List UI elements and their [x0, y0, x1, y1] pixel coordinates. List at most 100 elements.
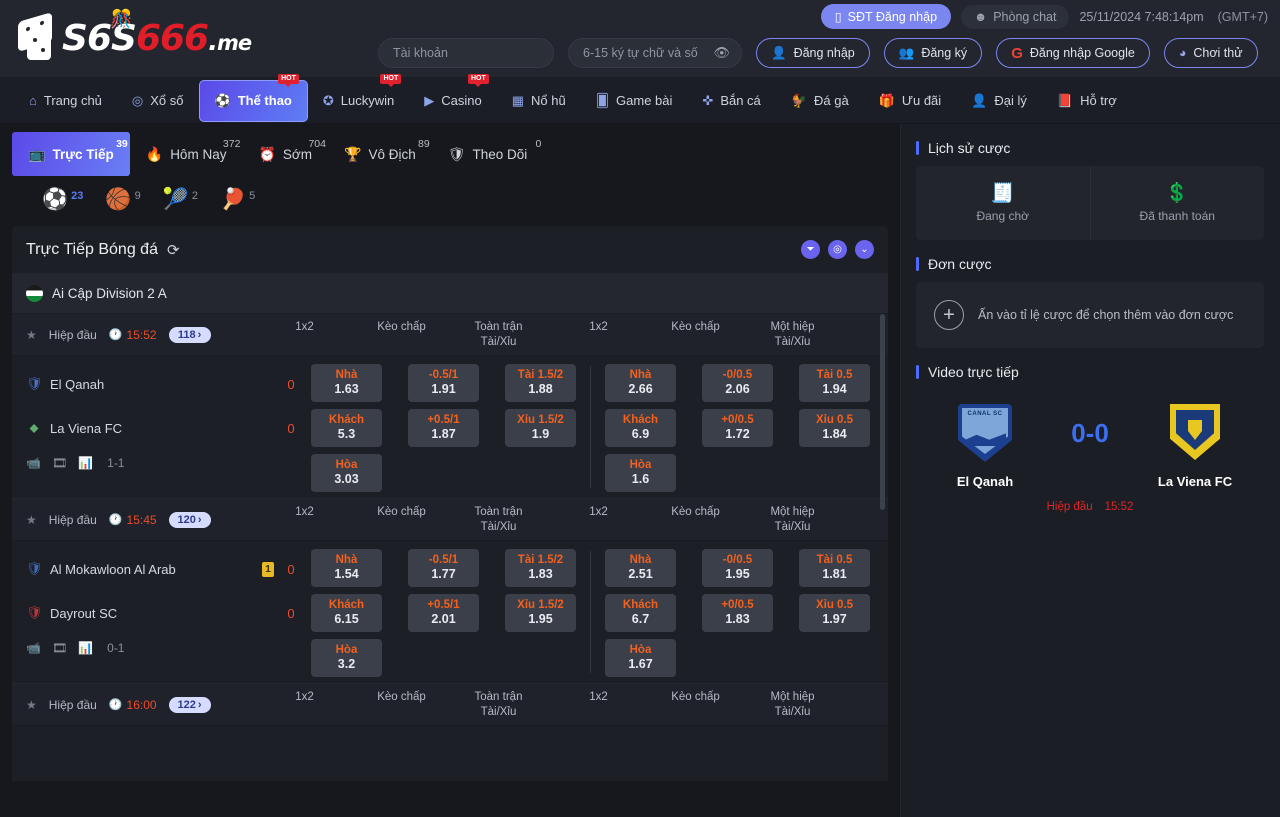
video-stream-icon[interactable]: 📹 — [26, 641, 41, 655]
sport-soccer-ball[interactable]: ⚽ 23 — [42, 189, 83, 210]
odds-button[interactable]: Tài 1.5/2 1.88 — [505, 364, 576, 402]
more-markets-badge[interactable]: 118 › — [168, 326, 211, 343]
sport-tennis-ball[interactable]: 🎾 2 — [163, 189, 198, 210]
more-markets-badge[interactable]: 122 › — [168, 696, 211, 713]
odds-button[interactable]: -0/0.5 2.06 — [702, 364, 773, 402]
odds-button[interactable]: Hòa 1.67 — [605, 639, 676, 677]
login-button[interactable]: 👤 Đăng nhập — [756, 38, 870, 68]
odds-button[interactable]: -0/0.5 1.95 — [702, 549, 773, 587]
video-stream-icon[interactable]: 📹 — [26, 456, 41, 470]
settings-icon[interactable]: ◎ — [828, 240, 847, 259]
odds-button[interactable]: +0.5/1 1.87 — [408, 409, 479, 447]
chat-room-button[interactable]: ☻ Phòng chat — [961, 4, 1070, 29]
stats-icon[interactable]: 📊 — [78, 456, 93, 470]
tab-theo-dõi[interactable]: 🛡 Theo Dõi 0 — [432, 132, 544, 176]
nav-item-ưu-đãi[interactable]: 🎁 Ưu đãi — [864, 81, 956, 121]
nav-item-label: Thể thao — [237, 93, 292, 108]
tab-sớm[interactable]: ⏰ Sớm 704 — [242, 132, 328, 176]
add-bet-icon[interactable]: + — [934, 300, 964, 330]
odds-value: 1.9 — [531, 427, 550, 442]
match-list-scrollbar[interactable] — [880, 314, 885, 510]
odds-button[interactable]: Nhà 1.54 — [311, 549, 382, 587]
match-phase: Hiệp đầu — [48, 512, 97, 527]
nav-item-nổ-hũ[interactable]: ▦ Nổ hũ — [497, 81, 581, 121]
tab-trực-tiếp[interactable]: 📺 Trực Tiếp 39 — [12, 132, 130, 176]
bet-history-paid[interactable]: 💲 Đã thanh toán — [1091, 166, 1265, 240]
odds-button[interactable]: Xỉu 0.5 1.97 — [799, 594, 870, 632]
tab-vô-địch[interactable]: 🏆 Vô Địch 89 — [328, 132, 432, 176]
scoreboard-icon[interactable]: 🎞 — [52, 641, 67, 655]
nav-item-thể-thao[interactable]: ⚽ Thể thao HOT — [198, 73, 308, 122]
match-clock: 🕐 15:52 — [109, 328, 157, 342]
odds-button[interactable]: Nhà 2.51 — [605, 549, 676, 587]
yellow-card-badge: 1 — [262, 561, 274, 577]
scoreboard-icon[interactable]: 🎞 — [52, 456, 67, 470]
sport-basketball[interactable]: 🏀 9 — [105, 189, 140, 210]
odds-button[interactable]: +0/0.5 1.72 — [702, 409, 773, 447]
favorite-star-icon[interactable]: ★ — [26, 328, 37, 342]
hot-badge: HOT — [380, 73, 402, 88]
logo-dot: . — [208, 27, 218, 57]
tab-hôm-nay[interactable]: 🔥 Hôm Nay 372 — [130, 132, 243, 176]
odds-button[interactable]: Xỉu 1.5/2 1.9 — [505, 409, 576, 447]
refresh-icon[interactable]: ⟳ — [167, 241, 180, 259]
home-team-row[interactable]: 🛡 El Qanah 0 — [26, 368, 298, 400]
odds-button[interactable]: Khách 6.15 — [311, 594, 382, 632]
toggle-password-visibility-icon[interactable]: 👁 — [713, 45, 730, 61]
live-video-title: Video trực tiếp — [928, 364, 1019, 380]
trial-icon: ◕ — [1178, 46, 1187, 60]
odds-button[interactable]: Khách 6.7 — [605, 594, 676, 632]
odds-label: Khách — [622, 413, 659, 426]
odds-button[interactable]: Xỉu 0.5 1.84 — [799, 409, 870, 447]
match-time: 15:45 — [126, 512, 157, 527]
favorite-star-icon[interactable]: ★ — [26, 698, 37, 712]
away-team-row[interactable]: ⬥ La Viena FC 0 — [26, 412, 298, 444]
nav-item-luckywin[interactable]: ✪ Luckywin HOT — [308, 73, 409, 121]
sport-table-tennis[interactable]: 🏓 5 — [220, 189, 255, 210]
nav-item-casino[interactable]: ▶ Casino HOT — [409, 73, 496, 121]
odds-button[interactable]: Tài 1.5/2 1.83 — [505, 549, 576, 587]
odds-button[interactable]: -0.5/1 1.91 — [408, 364, 479, 402]
odds-button[interactable]: Xỉu 1.5/2 1.95 — [505, 594, 576, 632]
fishing-icon: ✜ — [702, 92, 714, 108]
odds-button[interactable]: Hòa 3.2 — [311, 639, 382, 677]
nav-item-trang-chủ[interactable]: ⌂ Trang chủ — [14, 81, 117, 121]
away-team-row[interactable]: 🛡 Dayrout SC 0 — [26, 597, 298, 629]
favorite-star-icon[interactable]: ★ — [26, 513, 37, 527]
username-input[interactable] — [378, 38, 554, 68]
odds-button[interactable]: Khách 5.3 — [311, 409, 382, 447]
today-icon: 🔥 — [145, 145, 164, 162]
trial-play-button[interactable]: ◕ Chơi thử — [1163, 38, 1258, 68]
odds-button[interactable]: Nhà 2.66 — [605, 364, 676, 402]
bet-history-pending[interactable]: 🧾 Đang chờ — [916, 166, 1091, 240]
tab-count: 372 — [222, 138, 241, 150]
odds-button[interactable]: Hòa 3.03 — [311, 454, 382, 492]
odds-button[interactable]: +0.5/1 2.01 — [408, 594, 479, 632]
odds-button[interactable]: Hòa 1.6 — [605, 454, 676, 492]
nav-item-game-bài[interactable]: 🂠 Game bài — [581, 81, 688, 121]
league-header[interactable]: Ai Cập Division 2 A — [12, 274, 888, 314]
google-login-button[interactable]: G Đăng nhập Google — [996, 38, 1150, 68]
nav-item-hỗ-trợ[interactable]: 📕 Hỗ trợ — [1042, 81, 1132, 121]
odds-button[interactable]: Nhà 1.63 — [311, 364, 382, 402]
filter-icon[interactable]: ⏷ — [801, 240, 820, 259]
more-markets-badge[interactable]: 120 › — [168, 511, 211, 528]
nav-item-bắn-cá[interactable]: ✜ Bắn cá — [687, 81, 775, 121]
odds-button[interactable]: Tài 0.5 1.81 — [799, 549, 870, 587]
site-logo[interactable]: S 6 S 666. me 🎊 — [14, 8, 252, 70]
phone-login-button[interactable]: ▯ SĐT Đăng nhập — [820, 4, 952, 29]
odds-button[interactable]: Khách 6.9 — [605, 409, 676, 447]
home-team-row[interactable]: 🛡 Al Mokawloon Al Arab 1 0 — [26, 553, 298, 585]
odds-button[interactable]: +0/0.5 1.83 — [702, 594, 773, 632]
nav-item-xổ-số[interactable]: ◎ Xổ số — [117, 81, 199, 121]
collapse-icon[interactable]: ⌄ — [855, 240, 874, 259]
panel-title-group: Trực Tiếp Bóng đá ⟳ — [26, 241, 180, 259]
odds-area: Nhà 1.54 Khách 6.15 Hòa 3.2 -0.5/1 1.77 +0.5/1 2.… — [298, 541, 888, 677]
nav-item-label: Nổ hũ — [531, 93, 566, 108]
nav-item-đại-lý[interactable]: 👤 Đại lý — [956, 81, 1042, 121]
odds-button[interactable]: Tài 0.5 1.94 — [799, 364, 870, 402]
register-button[interactable]: 👥 Đăng ký — [883, 38, 983, 68]
stats-icon[interactable]: 📊 — [78, 641, 93, 655]
odds-button[interactable]: -0.5/1 1.77 — [408, 549, 479, 587]
nav-item-đá-gà[interactable]: 🐓 Đá gà — [776, 81, 864, 121]
